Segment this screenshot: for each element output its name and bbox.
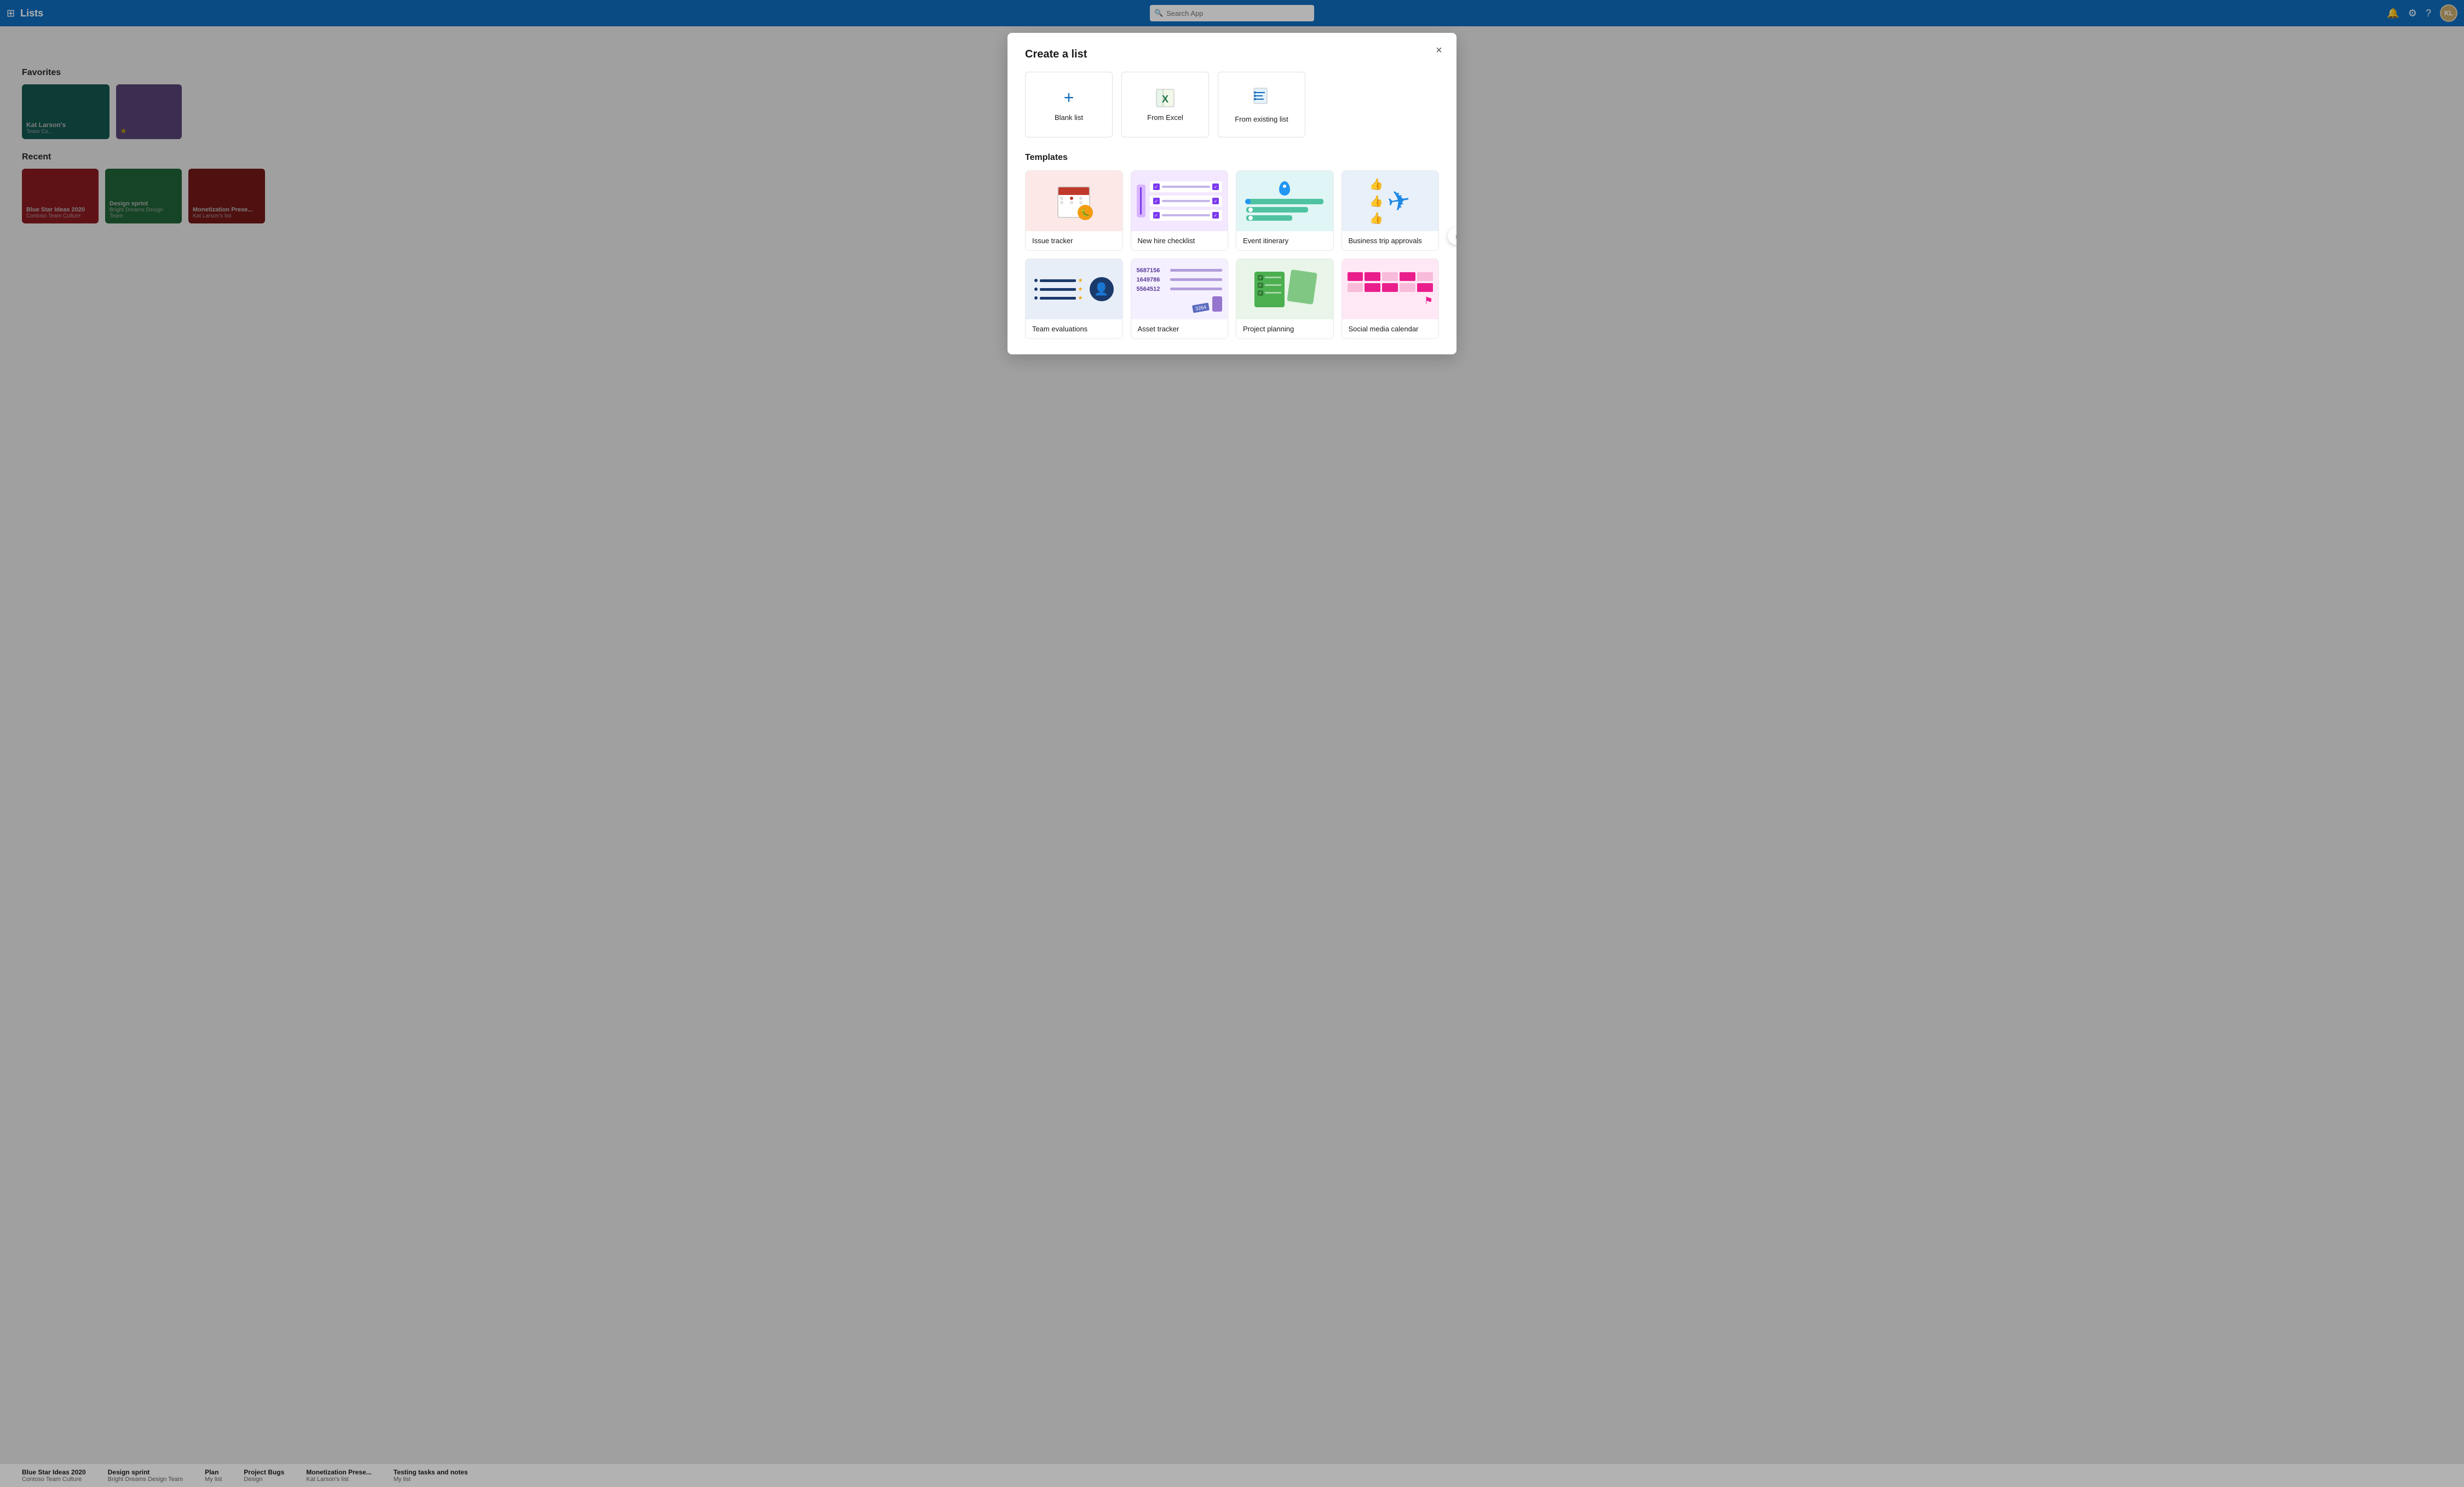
social-media-calendar-template[interactable]: ⚑ Social media calendar bbox=[1342, 259, 1440, 339]
project-planning-template[interactable]: ✓ ✓ ✓ bbox=[1236, 259, 1334, 339]
new-hire-checklist-template[interactable]: ✓ ✓ ✓ ✓ ✓ bbox=[1131, 170, 1229, 251]
team-evaluations-preview: ★ ★ ★ bbox=[1026, 259, 1122, 319]
blank-list-label: Blank list bbox=[1055, 113, 1083, 122]
excel-icon: X bbox=[1155, 88, 1175, 108]
team-evaluations-template[interactable]: ★ ★ ★ bbox=[1025, 259, 1123, 339]
modal-close-button[interactable]: × bbox=[1430, 42, 1448, 59]
issue-tracker-template[interactable]: 🐛 Issue tracker bbox=[1025, 170, 1123, 251]
templates-section-title: Templates bbox=[1025, 153, 1439, 163]
blank-list-icon: + bbox=[1064, 88, 1074, 108]
asset-tracker-label: Asset tracker bbox=[1131, 319, 1228, 338]
asset-tracker-preview: 5687156 1649786 5564512 3264 bbox=[1131, 259, 1228, 319]
from-excel-option[interactable]: X From Excel bbox=[1121, 72, 1209, 137]
event-itinerary-preview bbox=[1236, 171, 1333, 231]
social-media-calendar-preview: ⚑ bbox=[1342, 259, 1439, 319]
business-trip-approvals-label: Business trip approvals bbox=[1342, 231, 1439, 250]
blank-list-option[interactable]: + Blank list bbox=[1025, 72, 1113, 137]
from-existing-label: From existing list bbox=[1235, 115, 1288, 123]
from-existing-icon bbox=[1252, 86, 1271, 110]
scroll-right-button[interactable]: › bbox=[1448, 227, 1456, 245]
project-planning-label: Project planning bbox=[1236, 319, 1333, 338]
new-hire-preview: ✓ ✓ ✓ ✓ ✓ bbox=[1131, 171, 1228, 231]
team-evaluations-label: Team evaluations bbox=[1026, 319, 1122, 338]
modal-overlay[interactable]: × Create a list + Blank list X bbox=[0, 0, 2464, 1487]
svg-text:X: X bbox=[1162, 94, 1168, 105]
create-list-modal: × Create a list + Blank list X bbox=[1008, 33, 1456, 354]
event-itinerary-template[interactable]: Event itinerary bbox=[1236, 170, 1334, 251]
project-planning-preview: ✓ ✓ ✓ bbox=[1236, 259, 1333, 319]
new-hire-checklist-label: New hire checklist bbox=[1131, 231, 1228, 250]
business-trip-approvals-template[interactable]: 👍 👍 👍 ✈ Business trip approvals bbox=[1342, 170, 1440, 251]
business-trip-preview: 👍 👍 👍 ✈ bbox=[1342, 171, 1439, 231]
templates-grid: 🐛 Issue tracker ✓ bbox=[1025, 170, 1439, 339]
from-excel-label: From Excel bbox=[1147, 113, 1183, 122]
from-existing-option[interactable]: From existing list bbox=[1218, 72, 1305, 137]
social-media-calendar-label: Social media calendar bbox=[1342, 319, 1439, 338]
asset-tracker-template[interactable]: 5687156 1649786 5564512 3264 bbox=[1131, 259, 1229, 339]
create-options-row: + Blank list X From Excel bbox=[1025, 72, 1439, 137]
event-itinerary-label: Event itinerary bbox=[1236, 231, 1333, 250]
modal-title: Create a list bbox=[1025, 48, 1439, 61]
issue-tracker-preview: 🐛 bbox=[1026, 171, 1122, 231]
issue-tracker-label: Issue tracker bbox=[1026, 231, 1122, 250]
